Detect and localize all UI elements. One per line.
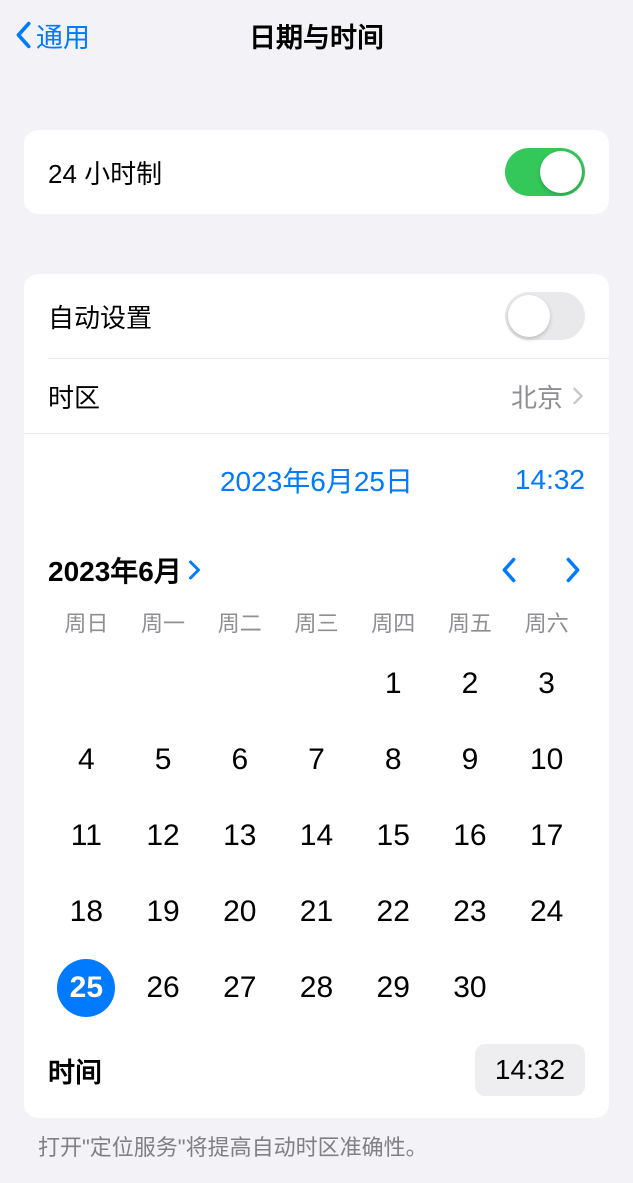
weekday-label: 周二 [201, 606, 278, 638]
month-selector[interactable]: 2023年6月 [48, 550, 202, 590]
day-cell[interactable]: 12 [125, 798, 202, 874]
page-title: 日期与时间 [249, 16, 384, 55]
time-format-toggle[interactable] [505, 148, 585, 196]
weekday-label: 周一 [125, 606, 202, 638]
time-format-label: 24 小时制 [48, 154, 162, 191]
day-cell[interactable]: 25 [48, 950, 125, 1026]
day-cell[interactable]: 2 [432, 646, 509, 722]
timezone-label: 时区 [48, 378, 100, 415]
row-auto-set: 自动设置 [24, 274, 609, 358]
day-cell[interactable]: 3 [508, 646, 585, 722]
day-cell[interactable]: 30 [432, 950, 509, 1026]
day-cell[interactable]: 28 [278, 950, 355, 1026]
section-datetime-settings: 自动设置 时区 北京 2023年6月25日 14:32 2023年6月 [24, 274, 609, 1118]
day-cell-empty [48, 646, 125, 722]
day-cell[interactable]: 26 [125, 950, 202, 1026]
toggle-knob-icon [540, 151, 582, 193]
time-select-button[interactable]: 14:32 [475, 1044, 585, 1096]
section-time-format: 24 小时制 [24, 130, 609, 214]
weekday-label: 周四 [355, 606, 432, 638]
time-row-label: 时间 [48, 1051, 102, 1090]
time-select-value: 14:32 [495, 1054, 565, 1085]
day-cell-empty [201, 646, 278, 722]
row-24-hour-format: 24 小时制 [24, 130, 609, 214]
weekday-label: 周六 [508, 606, 585, 638]
timezone-value-wrap: 北京 [511, 378, 585, 415]
day-cell[interactable]: 16 [432, 798, 509, 874]
row-datetime-preview: 2023年6月25日 14:32 [24, 434, 609, 526]
back-chevron-icon [12, 21, 34, 49]
day-cell[interactable]: 18 [48, 874, 125, 950]
day-cell[interactable]: 17 [508, 798, 585, 874]
footer-note: 打开"定位服务"将提高自动时区准确性。 [0, 1118, 633, 1162]
month-nav-arrows [497, 558, 585, 582]
day-cell[interactable]: 24 [508, 874, 585, 950]
day-cell[interactable]: 4 [48, 722, 125, 798]
day-cell[interactable]: 11 [48, 798, 125, 874]
back-button[interactable]: 通用 [0, 16, 90, 55]
day-cell[interactable]: 10 [508, 722, 585, 798]
day-cell[interactable]: 14 [278, 798, 355, 874]
day-cell-empty [125, 646, 202, 722]
auto-set-label: 自动设置 [48, 298, 152, 335]
chevron-right-icon [571, 386, 585, 406]
day-cell[interactable]: 8 [355, 722, 432, 798]
row-timezone[interactable]: 时区 北京 [24, 359, 609, 433]
weekday-header: 周日周一周二周三周四周五周六 [48, 606, 585, 646]
next-month-button[interactable] [561, 558, 585, 582]
day-cell[interactable]: 29 [355, 950, 432, 1026]
header-bar: 通用 日期与时间 [0, 0, 633, 70]
day-cell[interactable]: 21 [278, 874, 355, 950]
day-cell[interactable]: 19 [125, 874, 202, 950]
day-cell[interactable]: 20 [201, 874, 278, 950]
row-time-select: 时间 14:32 [24, 1026, 609, 1118]
day-cell[interactable]: 22 [355, 874, 432, 950]
weekday-label: 周五 [432, 606, 509, 638]
day-cell-empty [278, 646, 355, 722]
chevron-right-icon [188, 560, 202, 580]
calendar-grid: 1234567891011121314151617181920212223242… [48, 646, 585, 1026]
day-cell[interactable]: 15 [355, 798, 432, 874]
back-label: 通用 [36, 16, 90, 55]
day-cell[interactable]: 6 [201, 722, 278, 798]
calendar-header: 2023年6月 [48, 526, 585, 606]
day-cell[interactable]: 13 [201, 798, 278, 874]
time-picker-button[interactable]: 14:32 [485, 464, 585, 496]
month-label: 2023年6月 [48, 550, 182, 590]
weekday-label: 周日 [48, 606, 125, 638]
day-cell[interactable]: 9 [432, 722, 509, 798]
day-cell[interactable]: 1 [355, 646, 432, 722]
toggle-knob-icon [508, 295, 550, 337]
auto-set-toggle[interactable] [505, 292, 585, 340]
day-cell[interactable]: 23 [432, 874, 509, 950]
day-cell[interactable]: 5 [125, 722, 202, 798]
timezone-value: 北京 [511, 378, 563, 415]
prev-month-button[interactable] [497, 558, 521, 582]
day-cell[interactable]: 7 [278, 722, 355, 798]
day-cell[interactable]: 27 [201, 950, 278, 1026]
date-picker-button[interactable]: 2023年6月25日 [48, 460, 485, 500]
weekday-label: 周三 [278, 606, 355, 638]
